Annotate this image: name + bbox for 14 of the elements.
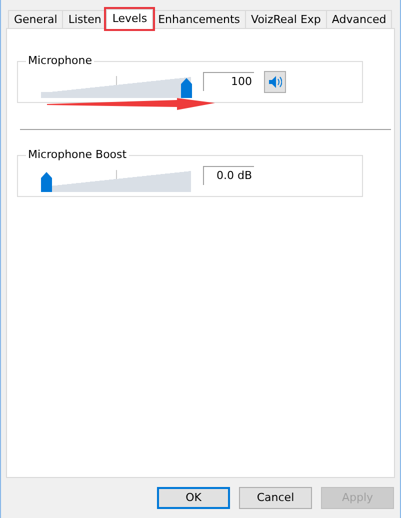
slider-thumb[interactable] [41,172,52,192]
dialog-button[interactable]: OK [157,487,230,509]
tab[interactable]: Levels [106,9,154,29]
group-title: Microphone [26,54,94,68]
group-title: Microphone Boost [26,148,129,162]
value-field[interactable]: 0.0 dB [203,166,254,185]
speaker-icon [268,75,282,89]
value-field[interactable]: 100 [203,72,254,91]
tab[interactable]: General [8,10,64,28]
mute-button[interactable] [264,71,286,93]
tab[interactable]: VoizReal Exp [245,10,327,28]
dialog-button[interactable]: Cancel [239,487,312,509]
slider-thumb[interactable] [181,78,192,98]
tab[interactable]: Advanced [326,10,392,28]
